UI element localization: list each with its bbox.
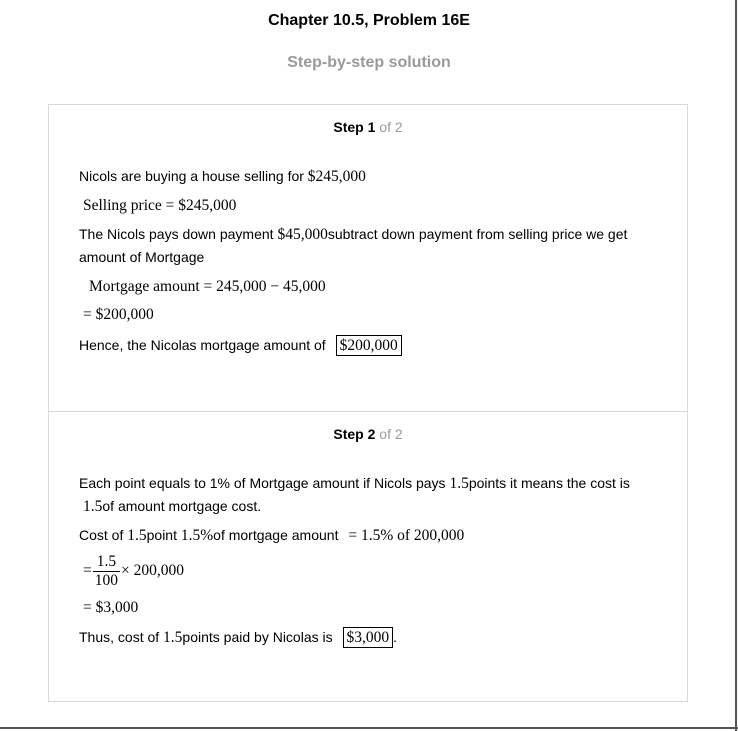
equals: =: [83, 562, 92, 580]
text: Each point equals to 1% of Mortgage amou…: [79, 475, 446, 491]
math: = $3,000: [83, 599, 139, 616]
text: amount of Mortgage: [79, 249, 205, 265]
fraction-denominator: 100: [94, 572, 118, 589]
math: $245,000: [307, 168, 366, 185]
math: $45,000: [277, 226, 328, 243]
text: points paid by Nicolas is: [182, 629, 333, 645]
step-1-line-4: amount of Mortgage: [79, 247, 204, 267]
period: .: [393, 629, 398, 645]
step-1-line-7: Hence, the Nicolas mortgage amount of $2…: [79, 335, 402, 356]
fraction: 1.5 100: [92, 553, 120, 590]
fraction-numerator: 1.5: [92, 553, 120, 572]
step-2-line-3: Cost of 1.5point 1.5%of mortgage amount …: [79, 525, 464, 546]
page-frame-right: [735, 0, 737, 731]
step-1-line-3: The Nicols pays down payment $45,000subt…: [79, 224, 627, 245]
step-divider: [49, 411, 687, 412]
step-1-header: Step 1 of 2: [49, 119, 687, 135]
text: Cost of: [79, 527, 124, 543]
step-1-line-6: = $200,000: [83, 304, 154, 325]
math: 1.5: [127, 527, 147, 544]
step-2-line-4: = 1.5 100 × 200,000: [83, 553, 184, 590]
math: 1.5: [449, 475, 469, 492]
step-number: 2: [367, 426, 376, 442]
math: Selling price = $245,000: [83, 197, 237, 214]
step-2-header: Step 2 of 2: [49, 426, 687, 442]
math: × 200,000: [121, 562, 184, 580]
text: Thus, cost of: [79, 629, 160, 645]
step-label: Step: [333, 119, 364, 135]
math: 1.5: [163, 629, 183, 646]
page-title: Chapter 10.5, Problem 16E: [268, 12, 470, 29]
math: Mortgage amount = 245,000 − 45,000: [89, 278, 326, 295]
step-2-line-2: 1.5of amount mortgage cost.: [83, 496, 261, 517]
answer-box: $200,000: [335, 335, 402, 356]
math: 1.5%: [180, 527, 214, 544]
solution-card: Step 1 of 2 Nicols are buying a house se…: [48, 104, 688, 702]
page-frame-bottom: [0, 727, 738, 729]
step-number: 1: [367, 119, 376, 135]
step-2-line-5: = $3,000: [83, 597, 138, 618]
math: 1.5: [83, 498, 103, 515]
text: Hence, the Nicolas mortgage amount of: [79, 337, 326, 353]
math: = 1.5% of 200,000: [348, 527, 465, 544]
text: The Nicols pays down payment: [79, 226, 274, 242]
text: points it means the cost is: [468, 475, 630, 491]
step-count: of 2: [379, 426, 403, 442]
text: of amount mortgage cost.: [102, 498, 262, 514]
text: Nicols are buying a house selling for: [79, 168, 304, 184]
step-1-line-5: Mortgage amount = 245,000 − 45,000: [89, 276, 326, 297]
step-1-line-1: Nicols are buying a house selling for $2…: [79, 166, 366, 187]
solution-subtitle: Step-by-step solution: [287, 54, 451, 71]
step-count: of 2: [379, 119, 403, 135]
step-2-line-6: Thus, cost of 1.5points paid by Nicolas …: [79, 627, 397, 648]
step-label: Step: [333, 426, 364, 442]
math: = $200,000: [83, 306, 154, 323]
step-2-line-1: Each point equals to 1% of Mortgage amou…: [79, 473, 630, 494]
text: point: [146, 527, 177, 543]
answer-box: $3,000: [342, 627, 394, 648]
step-1-line-2: Selling price = $245,000: [83, 195, 236, 216]
text: of mortgage amount: [213, 527, 339, 543]
text: subtract down payment from selling price…: [327, 226, 628, 242]
